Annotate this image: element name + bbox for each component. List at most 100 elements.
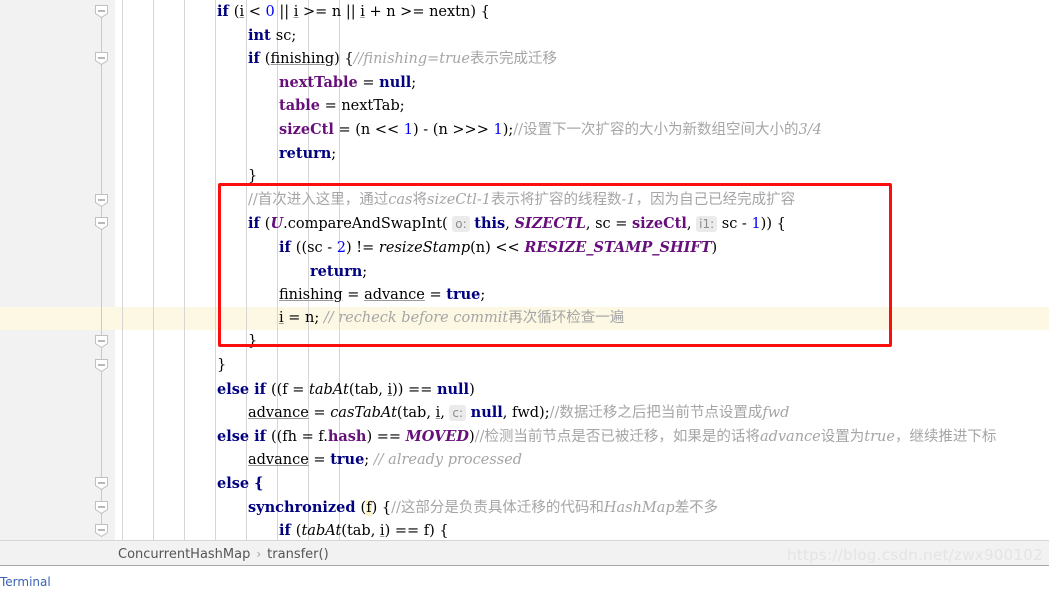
code-line[interactable]: if (U.compareAndSwapInt( o: this, SIZECT…: [115, 212, 1049, 236]
code-token: , sc =: [585, 216, 633, 233]
code-token: =: [357, 74, 380, 91]
code-token: ;: [362, 263, 368, 280]
watermark-text: https://blog.csdn.net/zwx900102: [786, 546, 1043, 564]
code-token: ;: [480, 287, 486, 304]
code-token: .compareAndSwapInt(: [283, 216, 453, 233]
code-line[interactable]: //首次进入这里，通过cas将sizeCtl-1表示将扩容的线程数-1，因为自己…: [115, 189, 1049, 213]
code-token: advance: [759, 428, 821, 445]
code-line[interactable]: }: [115, 354, 1049, 378]
code-token: ) - (n >>>: [413, 122, 494, 138]
code-token: =: [342, 287, 365, 304]
fold-collapse-icon[interactable]: [94, 4, 109, 19]
code-token: advance: [248, 405, 309, 422]
code-token: U: [270, 215, 284, 233]
code-token: //数据迁移之后把当前节点设置成: [549, 405, 763, 422]
code-token: ) !=: [346, 240, 379, 256]
code-line[interactable]: if ((sc - 2) != resizeStamp(n) << RESIZE…: [115, 236, 1049, 260]
code-token: cas: [388, 191, 413, 208]
code-token: null: [379, 73, 412, 91]
code-editor[interactable]: if (i < 0 || i >= n || i + n >= nextn) {…: [115, 0, 1049, 566]
code-line-text: int sc;: [248, 24, 296, 49]
code-token: + n >= nextn) {: [364, 4, 490, 20]
code-token: tabAt: [301, 523, 342, 540]
code-token: =: [308, 405, 331, 422]
code-token: sizeCtl: [632, 215, 687, 233]
code-token: );: [502, 122, 514, 138]
code-token: //finishing=true: [353, 51, 470, 68]
code-line[interactable]: else {: [115, 472, 1049, 496]
fold-collapse-icon[interactable]: [94, 476, 109, 491]
code-token: //首次进入这里，通过: [248, 191, 389, 208]
code-token: (tab,: [348, 381, 388, 398]
code-line-text: advance = casTabAt(tab, i, c: null, fwd)…: [248, 401, 789, 426]
code-line[interactable]: if (finishing) {//finishing=true表示完成迁移: [115, 47, 1049, 71]
code-token: = n;: [283, 309, 324, 326]
code-line-text: }: [248, 165, 257, 189]
breadcrumb-item[interactable]: transfer(): [267, 547, 328, 562]
tool-window-terminal[interactable]: Terminal: [0, 575, 51, 589]
code-line-text: if (i < 0 || i >= n || i + n >= nextn) {: [217, 0, 490, 25]
code-token: =: [308, 452, 331, 469]
fold-collapse-icon[interactable]: [94, 358, 109, 373]
code-token: else {: [217, 475, 264, 492]
code-token: (tab,: [341, 523, 380, 540]
code-token: >= n ||: [298, 4, 361, 20]
code-line[interactable]: }: [115, 330, 1049, 354]
code-token: return: [310, 262, 363, 280]
code-line[interactable]: int sc;: [115, 24, 1049, 48]
code-token: ,: [686, 216, 697, 233]
code-token: null: [436, 380, 470, 398]
code-token: )) {: [760, 216, 786, 233]
status-bar: Terminal: [0, 566, 1049, 589]
code-line-text: return;: [279, 142, 336, 167]
code-token: 0: [265, 4, 275, 20]
fold-collapse-icon[interactable]: [94, 51, 109, 66]
fold-collapse-icon[interactable]: [94, 523, 109, 538]
fold-collapse-icon[interactable]: [94, 216, 109, 231]
code-line-text: finishing = advance = true;: [279, 283, 485, 308]
code-token: resizeStamp: [378, 240, 471, 256]
code-token: HashMap: [603, 499, 675, 516]
code-line[interactable]: }: [115, 165, 1049, 189]
code-token: table: [279, 97, 320, 115]
code-line[interactable]: return;: [115, 142, 1049, 166]
code-token: 表示将扩容的线程数: [490, 191, 622, 208]
code-token: }: [248, 333, 258, 350]
code-line[interactable]: finishing = advance = true;: [115, 283, 1049, 307]
code-token: c:: [449, 405, 467, 422]
code-token: <: [248, 4, 261, 20]
code-token: ): [711, 240, 718, 256]
code-token: ) {: [371, 499, 392, 516]
code-line[interactable]: table = nextTab;: [115, 94, 1049, 118]
code-token: finishing: [279, 287, 343, 304]
code-line[interactable]: advance = casTabAt(tab, i, c: null, fwd)…: [115, 401, 1049, 425]
code-token: fwd: [762, 405, 790, 422]
code-line[interactable]: synchronized (f) {//这部分是负责具体迁移的代码和HashMa…: [115, 496, 1049, 520]
code-token: =: [424, 287, 447, 304]
code-line[interactable]: advance = true; // already processed: [115, 448, 1049, 472]
code-token: 3/4: [798, 122, 822, 138]
editor-gutter[interactable]: [0, 0, 88, 566]
code-token: return: [279, 144, 332, 162]
code-token: tabAt: [309, 381, 349, 398]
code-line[interactable]: return;: [115, 260, 1049, 284]
code-token: 表示完成迁移: [469, 51, 557, 68]
code-token: true: [864, 428, 895, 445]
breadcrumb[interactable]: ConcurrentHashMap › transfer(): [118, 541, 329, 567]
code-line[interactable]: if (i < 0 || i >= n || i + n >= nextn) {: [115, 0, 1049, 24]
fold-collapse-icon[interactable]: [94, 334, 109, 349]
code-token: ，继续推进下标: [894, 428, 997, 445]
code-token: advance: [248, 452, 309, 469]
breadcrumb-item[interactable]: ConcurrentHashMap: [118, 547, 250, 562]
code-line[interactable]: sizeCtl = (n << 1) - (n >>> 1);//设置下一次扩容…: [115, 118, 1049, 142]
code-line[interactable]: i = n; // recheck before commit再次循环检查一遍: [115, 307, 1049, 331]
code-line-text: }: [217, 354, 226, 378]
fold-collapse-icon[interactable]: [94, 500, 109, 515]
code-line[interactable]: nextTable = null;: [115, 71, 1049, 95]
code-line[interactable]: else if ((fh = f.hash) == MOVED)//检测当前节点…: [115, 425, 1049, 449]
fold-collapse-icon[interactable]: [94, 193, 109, 208]
code-token: else if: [217, 380, 271, 398]
code-token: this: [474, 215, 506, 233]
code-token: //这部分是负责具体迁移的代码和: [391, 499, 604, 516]
code-line[interactable]: else if ((f = tabAt(tab, i)) == null): [115, 378, 1049, 402]
